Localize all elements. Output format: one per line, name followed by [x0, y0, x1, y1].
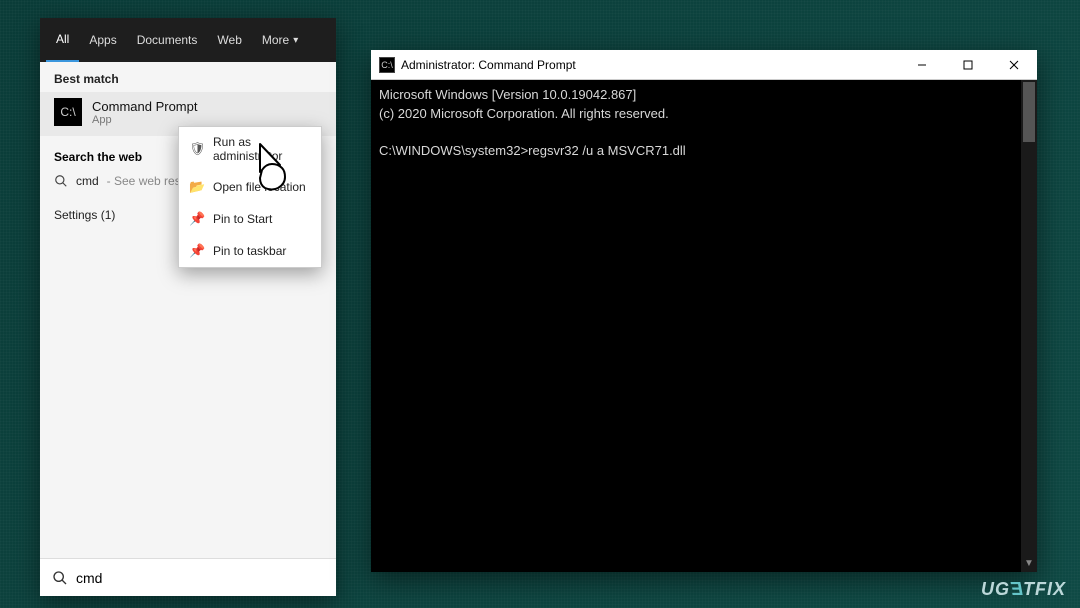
admin-shield-icon: 🛡 [189, 141, 205, 157]
tab-documents[interactable]: Documents [127, 18, 208, 62]
context-menu: 🛡 Run as administrator 📂 Open file locat… [178, 126, 322, 268]
ctx-item-label: Pin to taskbar [213, 244, 286, 258]
scrollbar[interactable]: ▲ ▼ [1021, 80, 1037, 572]
search-input[interactable] [76, 570, 324, 586]
tab-more[interactable]: More ▾ [252, 18, 308, 62]
ctx-item-label: Open file location [213, 180, 306, 194]
folder-open-icon: 📂 [189, 179, 205, 195]
pin-start-icon: 📌 [189, 211, 205, 227]
ctx-run-as-administrator[interactable]: 🛡 Run as administrator [179, 127, 321, 171]
ctx-item-label: Pin to Start [213, 212, 272, 226]
maximize-button[interactable] [945, 50, 991, 79]
result-title: Command Prompt [92, 99, 197, 114]
tab-apps[interactable]: Apps [79, 18, 126, 62]
window-title: Administrator: Command Prompt [401, 58, 899, 72]
command-prompt-window: C:\ Administrator: Command Prompt Micros… [371, 50, 1037, 572]
ctx-open-file-location[interactable]: 📂 Open file location [179, 171, 321, 203]
tab-all[interactable]: All [46, 18, 79, 62]
pin-taskbar-icon: 📌 [189, 243, 205, 259]
ctx-pin-to-taskbar[interactable]: 📌 Pin to taskbar [179, 235, 321, 267]
search-icon [54, 174, 68, 188]
command-prompt-icon: C:\ [379, 57, 395, 73]
start-tabs: All Apps Documents Web More ▾ [40, 18, 336, 62]
close-button[interactable] [991, 50, 1037, 79]
tab-web[interactable]: Web [207, 18, 251, 62]
terminal-output[interactable]: Microsoft Windows [Version 10.0.19042.86… [371, 80, 1037, 572]
start-menu: All Apps Documents Web More ▾ Best match… [40, 18, 336, 596]
result-subtitle: App [92, 114, 197, 126]
watermark: UGETFIX [981, 579, 1066, 600]
scroll-down-icon[interactable]: ▼ [1021, 556, 1037, 572]
command-prompt-icon: C:\ [54, 98, 82, 126]
minimize-button[interactable] [899, 50, 945, 79]
web-query-text: cmd [76, 174, 99, 188]
title-bar[interactable]: C:\ Administrator: Command Prompt [371, 50, 1037, 80]
search-bar [40, 558, 336, 596]
ctx-item-label: Run as administrator [213, 135, 311, 163]
search-icon [52, 570, 68, 586]
scrollbar-thumb[interactable] [1023, 82, 1035, 142]
chevron-down-icon: ▾ [293, 35, 298, 46]
ctx-pin-to-start[interactable]: 📌 Pin to Start [179, 203, 321, 235]
best-match-label: Best match [40, 62, 336, 92]
